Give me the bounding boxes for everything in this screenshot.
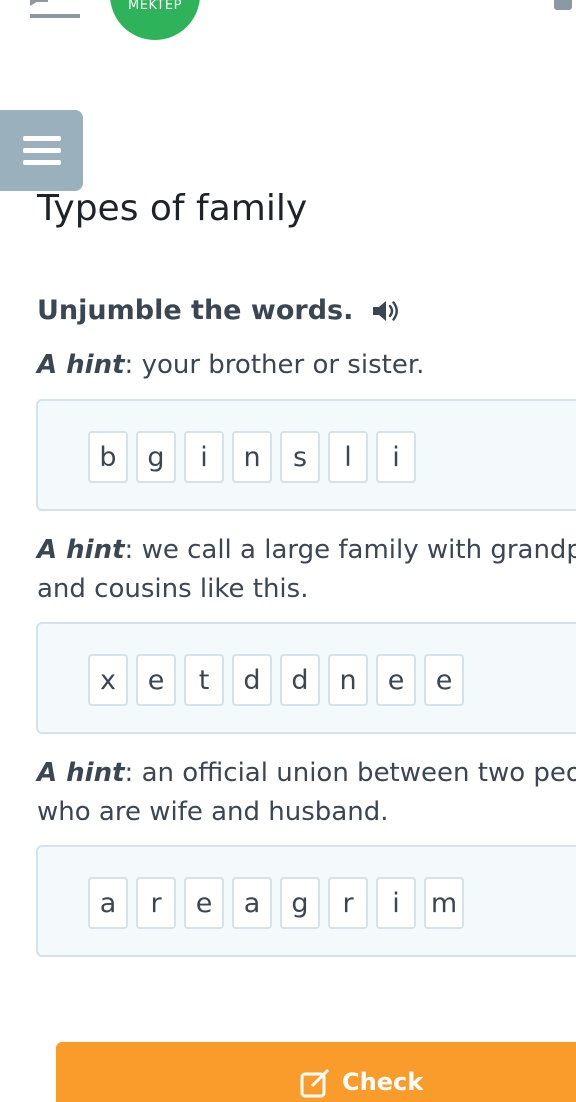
letter-tile[interactable]: m xyxy=(424,877,464,929)
check-label: Check xyxy=(342,1068,424,1096)
letter-tile[interactable]: i xyxy=(184,431,224,483)
list-menu-icon[interactable] xyxy=(30,0,80,20)
letter-tile[interactable]: r xyxy=(136,877,176,929)
letter-tiles: x e t d d n e e xyxy=(88,654,464,706)
letter-tile[interactable]: a xyxy=(88,877,128,929)
menu-bar xyxy=(22,136,61,141)
letter-tiles: a r e a g r i m xyxy=(88,877,464,929)
hint-label: A hint xyxy=(37,535,125,565)
letter-tile[interactable]: i xyxy=(376,877,416,929)
page-title: Types of family xyxy=(37,188,308,229)
exercise-instruction: Unjumble the words. xyxy=(37,295,401,326)
letter-tiles: b g i n s l i xyxy=(88,431,416,483)
edit-icon xyxy=(300,1068,330,1098)
letter-tile[interactable]: t xyxy=(184,654,224,706)
letter-tile[interactable]: i xyxy=(376,431,416,483)
menu-bar xyxy=(22,148,61,153)
instruction-text: Unjumble the words. xyxy=(37,295,354,326)
speaker-icon[interactable] xyxy=(371,298,401,324)
word-drop-area-2[interactable]: x e t d d n e e xyxy=(36,622,576,734)
letter-tile[interactable]: x xyxy=(88,654,128,706)
hint-label: A hint xyxy=(37,350,125,380)
hint-text-line2: and cousins like this. xyxy=(37,574,309,604)
word-drop-area-1[interactable]: b g i n s l i xyxy=(36,399,576,511)
letter-tile[interactable]: b xyxy=(88,431,128,483)
letter-tile[interactable]: l xyxy=(328,431,368,483)
grid-icon[interactable] xyxy=(554,0,572,10)
hamburger-menu-icon[interactable] xyxy=(0,110,83,191)
mektep-logo[interactable]: MEKTEP xyxy=(110,0,200,40)
hint-text: : your brother or sister. xyxy=(124,350,425,380)
letter-tile[interactable]: r xyxy=(328,877,368,929)
letter-tile[interactable]: e xyxy=(184,877,224,929)
letter-tile[interactable]: g xyxy=(136,431,176,483)
hint-1: A hint: your brother or sister. xyxy=(37,346,576,385)
logo-text: MEKTEP xyxy=(128,0,182,13)
letter-tile[interactable]: s xyxy=(280,431,320,483)
menu-bar xyxy=(22,160,61,165)
letter-tile[interactable]: e xyxy=(136,654,176,706)
check-button[interactable]: Check xyxy=(56,1042,576,1102)
letter-tile[interactable]: d xyxy=(232,654,272,706)
hint-3: A hint: an official union between two pe… xyxy=(37,754,576,832)
letter-tile[interactable]: n xyxy=(232,431,272,483)
hint-text-line2: who are wife and husband. xyxy=(37,797,389,827)
letter-tile[interactable]: d xyxy=(280,654,320,706)
hint-2: A hint: we call a large family with gran… xyxy=(37,531,576,609)
letter-tile[interactable]: e xyxy=(424,654,464,706)
letter-tile[interactable]: a xyxy=(232,877,272,929)
letter-tile[interactable]: e xyxy=(376,654,416,706)
hint-text: : we call a large family with grandp xyxy=(124,535,576,565)
hint-text: : an official union between two peo xyxy=(124,758,576,788)
letter-tile[interactable]: n xyxy=(328,654,368,706)
word-drop-area-3[interactable]: a r e a g r i m xyxy=(36,845,576,957)
letter-tile[interactable]: g xyxy=(280,877,320,929)
hint-label: A hint xyxy=(37,758,125,788)
